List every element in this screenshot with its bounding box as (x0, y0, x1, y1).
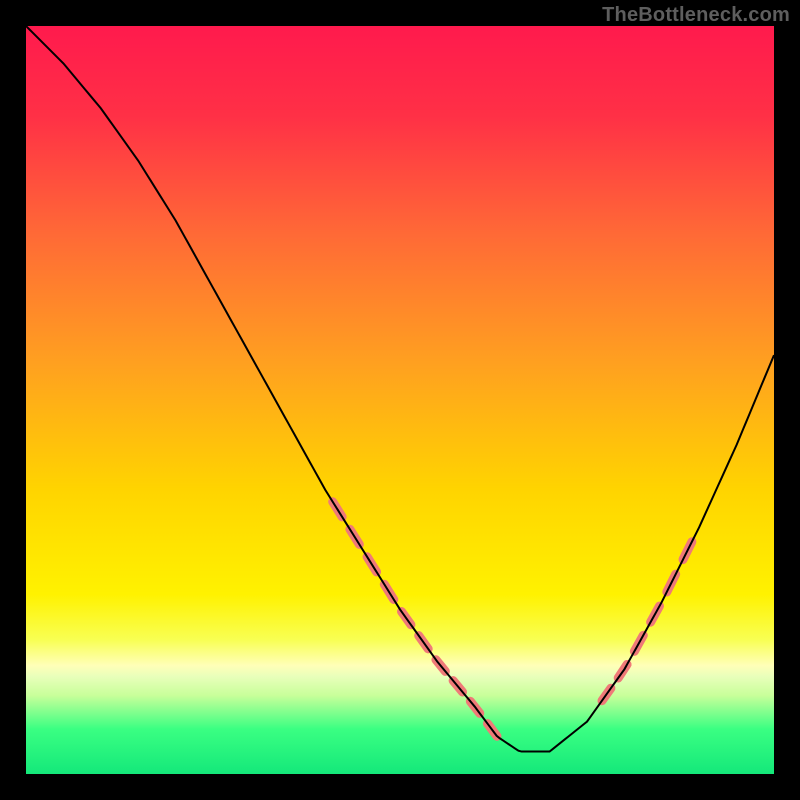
chart-svg (26, 26, 774, 774)
outer-frame: TheBottleneck.com (0, 0, 800, 800)
watermark-text: TheBottleneck.com (602, 4, 790, 27)
gradient-background (26, 26, 774, 774)
plot-area (26, 26, 774, 774)
